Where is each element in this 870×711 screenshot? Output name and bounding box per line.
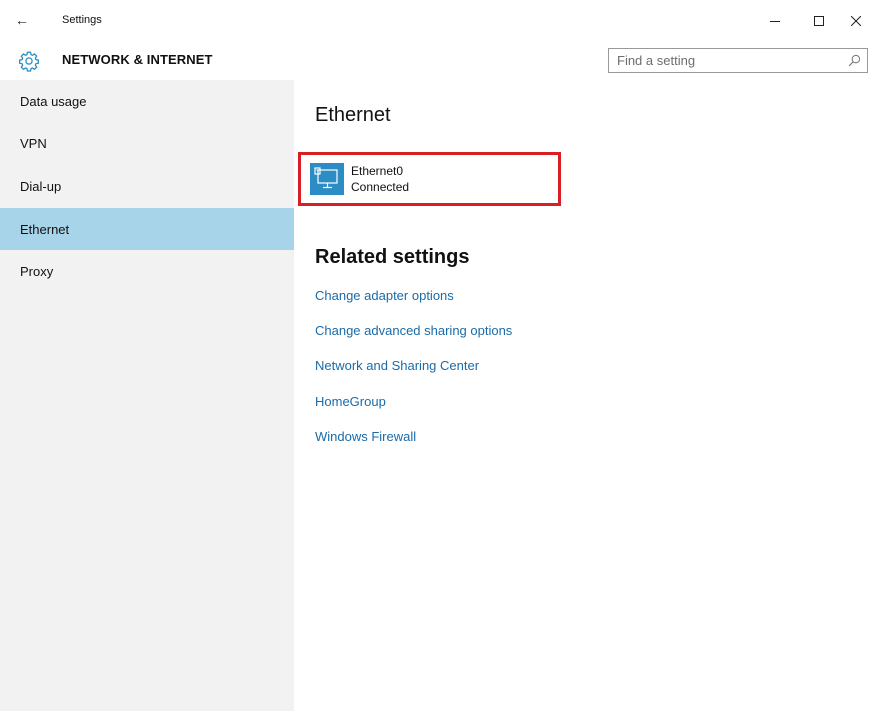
gear-icon <box>19 51 39 72</box>
sidebar-item-label: Data usage <box>20 93 87 109</box>
sidebar-item-label: Dial-up <box>20 178 62 194</box>
close-button[interactable] <box>841 6 870 36</box>
link-change-adapter-options[interactable]: Change adapter options <box>315 288 454 303</box>
minimize-button[interactable] <box>755 6 795 36</box>
search-box[interactable] <box>608 48 868 73</box>
ethernet-device-tile[interactable]: Ethernet0 Connected <box>298 152 561 206</box>
related-settings-heading: Related settings <box>315 246 470 268</box>
link-windows-firewall[interactable]: Windows Firewall <box>315 429 416 444</box>
link-homegroup[interactable]: HomeGroup <box>315 394 386 409</box>
app-title: Settings <box>62 14 102 26</box>
link-change-advanced-sharing-options[interactable]: Change advanced sharing options <box>315 323 512 338</box>
close-icon <box>851 16 861 26</box>
title-bar: ← Settings <box>0 0 870 42</box>
ethernet-monitor-icon <box>314 167 338 189</box>
device-icon-box <box>310 163 344 195</box>
link-network-and-sharing-center[interactable]: Network and Sharing Center <box>315 358 479 373</box>
main-content: Ethernet Ethernet0 Connected Related set… <box>294 80 870 711</box>
device-status: Connected <box>351 180 410 194</box>
search-icon <box>848 54 861 67</box>
back-button[interactable]: ← <box>12 10 32 30</box>
sidebar-item-data-usage[interactable]: Data usage <box>0 80 294 122</box>
sidebar-item-vpn[interactable]: VPN <box>0 122 294 164</box>
page-title: Ethernet <box>315 104 391 126</box>
maximize-icon <box>814 16 824 26</box>
sidebar-item-label: VPN <box>20 135 47 151</box>
sidebar: Data usage VPN Dial-up Ethernet Proxy <box>0 80 294 711</box>
sidebar-item-proxy[interactable]: Proxy <box>0 250 294 292</box>
maximize-button[interactable] <box>799 6 839 36</box>
minimize-icon <box>770 21 780 22</box>
sidebar-item-label: Ethernet <box>20 221 70 237</box>
sidebar-item-ethernet[interactable]: Ethernet <box>0 208 294 250</box>
back-arrow-icon: ← <box>15 12 29 28</box>
sidebar-item-dial-up[interactable]: Dial-up <box>0 165 294 207</box>
settings-header: NETWORK & INTERNET <box>0 42 870 80</box>
search-input[interactable] <box>609 49 834 72</box>
device-name: Ethernet0 <box>351 164 404 178</box>
section-title: NETWORK & INTERNET <box>62 52 213 67</box>
sidebar-item-label: Proxy <box>20 263 54 279</box>
